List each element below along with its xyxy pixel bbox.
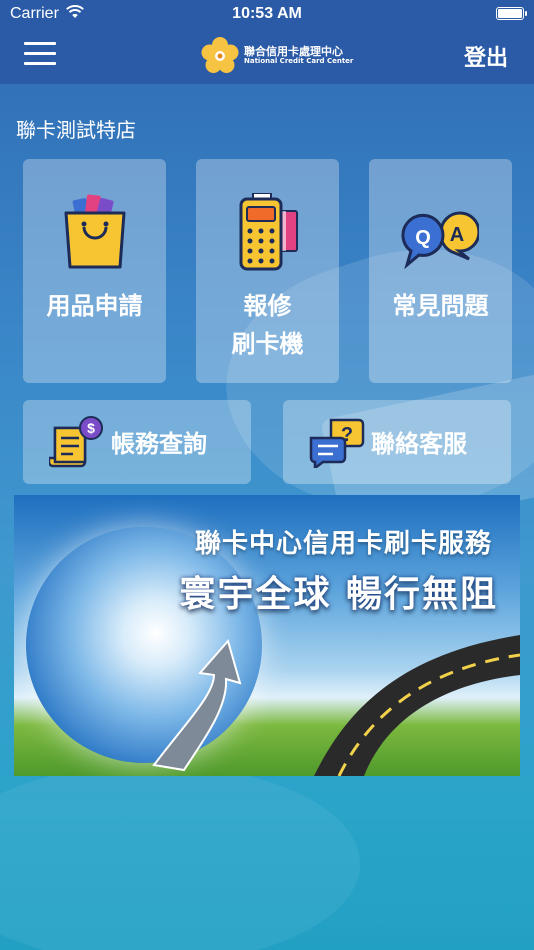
repair-terminal-label-line2: 刷卡機 (231, 330, 304, 359)
account-inquiry-label: 帳務查詢 (111, 430, 207, 458)
shopping-bag-icon (64, 194, 126, 269)
flower-logo-icon (201, 37, 239, 73)
customer-service-tile[interactable]: ? 聯絡客服 (283, 400, 511, 484)
battery-icon (496, 7, 527, 20)
logout-button[interactable]: 登出 (464, 40, 508, 72)
banner-title: 聯卡中心信用卡刷卡服務 (194, 529, 492, 559)
banner-slogan: 寰宇全球 暢行無阻 (179, 574, 498, 615)
svg-text:$: $ (87, 420, 95, 436)
faq-label: 常見問題 (392, 292, 489, 320)
chat-question-icon: ? (309, 418, 365, 468)
repair-terminal-tile[interactable]: 報修 刷卡機 (196, 159, 339, 383)
supplies-request-label: 用品申請 (46, 292, 143, 320)
repair-terminal-label-line1: 報修 (243, 292, 292, 320)
supplies-request-tile[interactable]: 用品申請 (23, 159, 166, 383)
menu-line (24, 62, 56, 65)
nccc-logo: 聯合信用卡處理中心 National Credit Card Center (200, 34, 353, 78)
logo-english-name: National Credit Card Center (244, 57, 354, 66)
nav-bar: 聯合信用卡處理中心 National Credit Card Center 登出 (0, 28, 534, 84)
store-name: 聯卡測試特店 (16, 118, 136, 142)
menu-line (24, 52, 56, 55)
account-inquiry-tile[interactable]: $ 帳務查詢 (23, 400, 251, 484)
menu-line (24, 42, 56, 45)
svg-text:Q: Q (415, 227, 431, 249)
qa-bubbles-icon: A Q (401, 211, 479, 270)
customer-service-label: 聯絡客服 (371, 430, 467, 458)
background-glow (0, 764, 360, 950)
promo-banner[interactable]: 聯卡中心信用卡刷卡服務 寰宇全球 暢行無阻 (14, 495, 520, 776)
status-bar: Carrier 10:53 AM (0, 0, 534, 28)
repair-terminal-label: 報修 刷卡機 (196, 287, 339, 364)
hamburger-menu-button[interactable] (24, 42, 56, 68)
clock: 10:53 AM (232, 5, 302, 22)
svg-text:A: A (450, 224, 464, 246)
faq-tile[interactable]: A Q 常見問題 (369, 159, 512, 383)
bill-dollar-icon: $ (49, 416, 103, 468)
card-terminal-icon (239, 193, 298, 271)
